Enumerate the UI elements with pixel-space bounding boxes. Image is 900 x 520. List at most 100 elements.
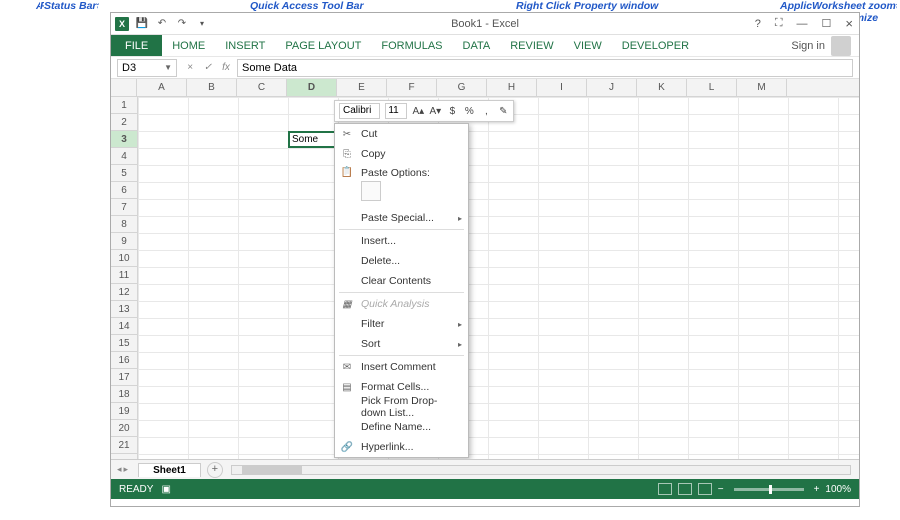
ctx-delete[interactable]: Delete... — [335, 251, 468, 271]
save-icon[interactable]: 💾 — [135, 17, 149, 31]
row-header-3[interactable]: 3 — [111, 131, 137, 148]
col-header-D[interactable]: D — [287, 79, 337, 96]
percent-icon[interactable]: % — [463, 106, 475, 117]
quick-access-toolbar: X 💾 ↶ ↷ ▾ — [115, 17, 209, 31]
redo-icon[interactable]: ↷ — [175, 17, 189, 31]
col-header-A[interactable]: A — [137, 79, 187, 96]
horizontal-scrollbar[interactable] — [231, 465, 851, 475]
chevron-right-icon: ▸ — [458, 214, 462, 223]
ctx-cut[interactable]: ✂Cut — [335, 124, 468, 144]
row-header-9[interactable]: 9 — [111, 233, 137, 250]
ctx-paste-special[interactable]: Paste Special...▸ — [335, 208, 468, 228]
col-header-M[interactable]: M — [737, 79, 787, 96]
row-header-19[interactable]: 19 — [111, 403, 137, 420]
col-header-B[interactable]: B — [187, 79, 237, 96]
row-header-14[interactable]: 14 — [111, 318, 137, 335]
ctx-clear[interactable]: Clear Contents — [335, 271, 468, 291]
ctx-format-cells[interactable]: ▤Format Cells... — [335, 377, 468, 397]
menu-formulas[interactable]: FORMULAS — [371, 35, 452, 56]
add-sheet-button[interactable]: + — [207, 462, 223, 478]
zoom-slider[interactable] — [734, 488, 804, 491]
ctx-paste-options-label: 📋Paste Options: — [335, 164, 468, 179]
col-header-G[interactable]: G — [437, 79, 487, 96]
cell-grid[interactable]: Some Calibri 11 A▴ A▾ $ % , ✎ ✂Cut ⎘Copy… — [138, 97, 859, 459]
row-header-12[interactable]: 12 — [111, 284, 137, 301]
row-header-21[interactable]: 21 — [111, 437, 137, 454]
menu-page-layout[interactable]: PAGE LAYOUT — [275, 35, 371, 56]
col-header-C[interactable]: C — [237, 79, 287, 96]
enter-formula-icon[interactable]: ✓ — [201, 61, 215, 75]
ribbon-collapse-icon[interactable]: ⛶ — [773, 17, 785, 30]
row-header-18[interactable]: 18 — [111, 386, 137, 403]
select-all-corner[interactable] — [111, 79, 137, 96]
name-box[interactable]: D3 ▼ — [117, 59, 177, 77]
tab-nav[interactable]: ◂▸ — [111, 464, 134, 475]
view-normal-icon[interactable] — [658, 483, 672, 495]
close-button[interactable]: × — [843, 16, 855, 31]
row-header-15[interactable]: 15 — [111, 335, 137, 352]
zoom-out-button[interactable]: − — [718, 484, 724, 495]
row-header-5[interactable]: 5 — [111, 165, 137, 182]
col-header-I[interactable]: I — [537, 79, 587, 96]
signin-label: Sign in — [791, 40, 825, 52]
fx-icon[interactable]: fx — [219, 61, 233, 75]
ctx-insert-comment[interactable]: ✉Insert Comment — [335, 357, 468, 377]
ctx-sort[interactable]: Sort▸ — [335, 334, 468, 354]
ctx-insert[interactable]: Insert... — [335, 231, 468, 251]
row-header-6[interactable]: 6 — [111, 182, 137, 199]
menu-home[interactable]: HOME — [162, 35, 215, 56]
menu-review[interactable]: REVIEW — [500, 35, 563, 56]
help-button[interactable]: ? — [753, 18, 763, 30]
paste-option-icon[interactable] — [361, 181, 381, 201]
row-header-8[interactable]: 8 — [111, 216, 137, 233]
col-header-E[interactable]: E — [337, 79, 387, 96]
comma-icon[interactable]: , — [480, 106, 492, 117]
currency-icon[interactable]: $ — [446, 106, 458, 117]
col-header-H[interactable]: H — [487, 79, 537, 96]
row-header-16[interactable]: 16 — [111, 352, 137, 369]
col-header-L[interactable]: L — [687, 79, 737, 96]
qat-customize-icon[interactable]: ▾ — [195, 17, 209, 31]
view-page-layout-icon[interactable] — [678, 483, 692, 495]
row-header-11[interactable]: 11 — [111, 267, 137, 284]
zoom-percent[interactable]: 100% — [825, 484, 851, 495]
row-header-17[interactable]: 17 — [111, 369, 137, 386]
macro-record-icon[interactable]: ▣ — [161, 484, 170, 495]
font-select[interactable]: Calibri — [339, 103, 380, 119]
view-page-break-icon[interactable] — [698, 483, 712, 495]
menu-insert[interactable]: INSERT — [215, 35, 275, 56]
minimize-button[interactable]: — — [795, 18, 810, 30]
active-cell[interactable]: Some — [288, 131, 338, 148]
row-header-1[interactable]: 1 — [111, 97, 137, 114]
menu-developer[interactable]: DEVELOPER — [612, 35, 699, 56]
ctx-pick-dropdown[interactable]: Pick From Drop-down List... — [335, 397, 468, 417]
ctx-copy[interactable]: ⎘Copy — [335, 144, 468, 164]
formula-input[interactable] — [237, 59, 853, 77]
maximize-button[interactable]: ☐ — [820, 17, 834, 30]
col-header-J[interactable]: J — [587, 79, 637, 96]
chevron-down-icon[interactable]: ▼ — [164, 63, 172, 72]
row-header-20[interactable]: 20 — [111, 420, 137, 437]
paint-icon[interactable]: ✎ — [497, 106, 509, 117]
col-header-F[interactable]: F — [387, 79, 437, 96]
row-header-4[interactable]: 4 — [111, 148, 137, 165]
increase-font-icon[interactable]: A▴ — [412, 106, 424, 117]
decrease-font-icon[interactable]: A▾ — [429, 106, 441, 117]
ctx-define-name[interactable]: Define Name... — [335, 417, 468, 437]
row-header-10[interactable]: 10 — [111, 250, 137, 267]
undo-icon[interactable]: ↶ — [155, 17, 169, 31]
fontsize-select[interactable]: 11 — [385, 103, 407, 119]
menu-file[interactable]: FILE — [111, 35, 162, 56]
menu-data[interactable]: DATA — [453, 35, 501, 56]
row-header-13[interactable]: 13 — [111, 301, 137, 318]
row-header-7[interactable]: 7 — [111, 199, 137, 216]
ctx-filter[interactable]: Filter▸ — [335, 314, 468, 334]
ctx-hyperlink[interactable]: 🔗Hyperlink... — [335, 437, 468, 457]
menu-view[interactable]: VIEW — [564, 35, 612, 56]
cancel-formula-icon[interactable]: × — [183, 61, 197, 75]
signin-area[interactable]: Sign in — [791, 36, 859, 56]
sheet-tab-sheet1[interactable]: Sheet1 — [138, 463, 201, 477]
row-header-2[interactable]: 2 — [111, 114, 137, 131]
col-header-K[interactable]: K — [637, 79, 687, 96]
zoom-in-button[interactable]: + — [814, 484, 820, 495]
